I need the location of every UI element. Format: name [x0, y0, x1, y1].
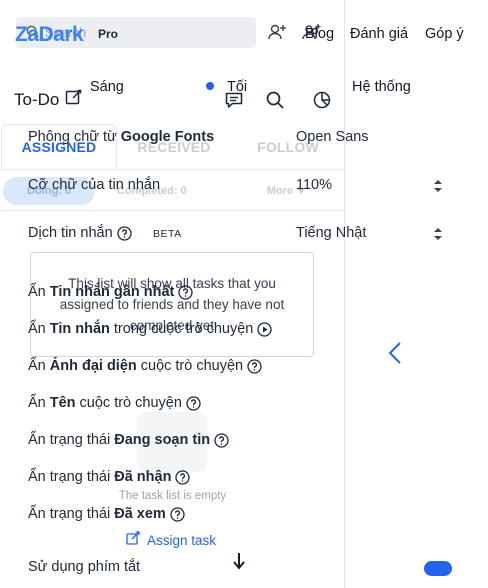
setting-hide-received[interactable]: Ẩn trạng thái Đã nhận — [28, 469, 191, 485]
label-bold: Đang soạn tin — [114, 432, 211, 448]
translate-label: Dịch tin nhắn — [28, 225, 113, 241]
theme-selected-indicator — [206, 82, 214, 90]
edit-icon — [126, 531, 141, 549]
label-suffix: cuộc trò chuyện — [140, 358, 244, 374]
search-icon[interactable] — [265, 90, 285, 110]
pro-badge: Pro — [98, 27, 119, 41]
nav-rate[interactable]: Đánh giá — [350, 26, 408, 42]
help-icon[interactable] — [170, 506, 185, 522]
edit-icon[interactable] — [65, 88, 83, 111]
shortcuts-toggle[interactable] — [424, 561, 452, 576]
setting-font-label: Phông chữ từ Google Fonts — [28, 129, 214, 145]
setting-hide-messages[interactable]: Ẩn Tin nhắn trong cuộc trò chuyện — [28, 321, 273, 337]
label-prefix: Ẩn trạng thái — [28, 506, 111, 522]
label-prefix: Ẩn trạng thái — [28, 469, 111, 485]
assign-task-button[interactable]: Assign task — [126, 531, 216, 549]
label-prefix: Ẩn — [28, 321, 46, 337]
help-icon[interactable] — [175, 469, 191, 485]
setting-hide-typing[interactable]: Ẩn trạng thái Đang soạn tin — [28, 432, 229, 448]
setting-hide-name[interactable]: Ẩn Tên cuộc trò chuyện — [28, 395, 201, 411]
label-suffix: trong cuộc trò chuyện — [113, 321, 254, 337]
nav-blog[interactable]: Blog — [305, 26, 334, 42]
empty-text: The task list is empty — [118, 490, 227, 502]
pie-chart-icon[interactable] — [312, 90, 332, 110]
help-icon[interactable] — [178, 284, 193, 300]
help-icon[interactable] — [247, 358, 262, 374]
label-bold: Đã nhận — [114, 469, 172, 485]
page-title: To-Do — [14, 89, 60, 109]
label-prefix: Ẩn — [28, 358, 46, 374]
label-bold: Tên — [49, 395, 76, 411]
help-icon[interactable] — [116, 225, 132, 241]
label-bold: Tin nhắn gần nhất — [49, 284, 175, 300]
translate-language-select[interactable]: Tiếng Nhật — [296, 225, 366, 241]
empty-note: This list will show all tasks that you a… — [30, 252, 314, 357]
theme-system-option[interactable]: Hệ thống — [352, 79, 411, 95]
setting-hide-seen[interactable]: Ẩn trạng thái Đã xem — [28, 506, 185, 522]
setting-font-size-label: Cỡ chữ của tin nhắn — [28, 177, 161, 193]
font-family-field[interactable]: Open Sans — [296, 129, 369, 145]
updown-icon — [433, 227, 443, 241]
updown-icon — [433, 179, 443, 193]
assign-task-label: Assign task — [147, 532, 217, 548]
help-icon[interactable] — [214, 432, 229, 448]
play-circle-icon[interactable] — [257, 321, 273, 337]
add-friend-icon[interactable] — [267, 22, 287, 42]
setting-translate-label: Dịch tin nhắn — [28, 225, 132, 241]
font-bold: Google Fonts — [120, 129, 215, 145]
label-bold: Đã xem — [114, 506, 166, 522]
label-suffix: cuộc trò chuyện — [79, 395, 182, 411]
chevron-left-icon[interactable] — [386, 341, 404, 365]
beta-badge: BETA — [153, 228, 182, 240]
font-size-select[interactable]: 110% — [296, 177, 332, 193]
label-prefix: Ẩn trạng thái — [28, 432, 111, 448]
label-bold: Ảnh đại diện — [49, 358, 137, 374]
theme-dark-option[interactable]: Tối — [227, 79, 247, 95]
setting-hide-latest-message[interactable]: Ẩn Tin nhắn gần nhất — [28, 284, 193, 300]
help-icon[interactable] — [186, 395, 201, 411]
label-prefix: Ẩn — [28, 395, 46, 411]
todo-header: To-Do — [14, 88, 83, 111]
setting-hide-avatar[interactable]: Ẩn Ảnh đại diện cuộc trò chuyện — [28, 358, 262, 374]
label-bold: Tin nhắn — [49, 321, 110, 337]
setting-shortcuts-label: Sử dụng phím tắt — [28, 559, 141, 575]
theme-light-option[interactable]: Sáng — [90, 79, 124, 95]
font-prefix: Phông chữ từ — [28, 129, 117, 145]
nav-feedback[interactable]: Góp ý — [425, 26, 464, 42]
arrow-down-icon — [231, 552, 247, 570]
filter-more-label: More — [266, 184, 293, 197]
label-prefix: Ẩn — [28, 284, 46, 300]
zadark-logo: ZaDark — [15, 23, 84, 46]
